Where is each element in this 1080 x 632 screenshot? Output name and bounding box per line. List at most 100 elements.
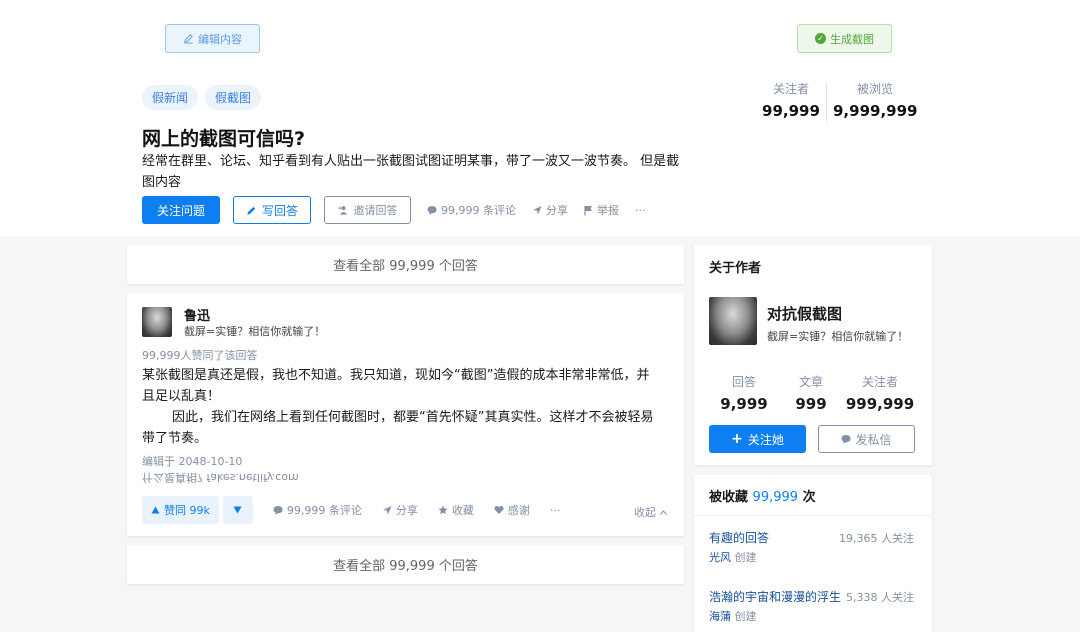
avatar[interactable] <box>709 297 757 345</box>
downvote-button[interactable] <box>222 496 253 524</box>
comments-button[interactable]: 99,999 条评论 <box>427 202 516 218</box>
share-icon <box>533 206 542 215</box>
stat-label: 回答 <box>731 375 756 389</box>
question-stats: 关注者 99,999 被浏览 9,999,999 <box>762 80 917 122</box>
generate-screenshot-button[interactable]: ✓ 生成截图 <box>797 24 892 53</box>
triangle-down-icon <box>233 506 242 514</box>
answer-likes-meta: 99,999人赞同了该回答 <box>142 349 258 362</box>
collections-title: 被收藏 99,999 次 <box>709 486 816 505</box>
answer-author-name[interactable]: 鲁迅 <box>184 305 210 324</box>
stat-label: 关注者 <box>861 375 898 389</box>
answer-paragraph-line: 因此，我们在网络上看到任何截图时，都要“首先怀疑”其真实性。这样才不会被轻易 <box>172 410 654 425</box>
views-stat: 被浏览 9,999,999 <box>833 80 917 122</box>
answer-author-bio: 截屏=实锤？相信你就输了！ <box>184 325 326 338</box>
answer-card: 鲁迅 截屏=实锤？相信你就输了！ 99,999人赞同了该回答 某张截图是真还是假… <box>127 293 684 536</box>
mirrored-watermark: 什么是真相? fakes.netlify.com <box>142 471 299 484</box>
collection-owner-name[interactable]: 海蒲 <box>709 610 731 623</box>
upvote-button[interactable]: 赞同 99k <box>142 496 219 524</box>
answer-more-button[interactable]: ··· <box>550 504 561 517</box>
triangle-up-icon <box>151 506 160 514</box>
report-label: 举报 <box>597 204 619 217</box>
collections-prefix: 被收藏 <box>709 490 749 505</box>
add-user-icon <box>337 206 347 215</box>
invite-answer-label: 邀请回答 <box>353 204 398 217</box>
stat-value: 999,999 <box>845 395 915 413</box>
answer-comments-button[interactable]: 99,999 条评论 <box>273 502 362 518</box>
comment-icon <box>841 435 851 444</box>
followers-label: 关注者 <box>772 82 809 96</box>
comment-icon <box>427 206 437 215</box>
answer-edited-date: 编辑于 2048-10-10 <box>142 455 243 468</box>
collection-followers: 19,365 人关注 <box>839 532 914 545</box>
question-actions: 关注问题 写回答 邀请回答 99,999 条评论 分享 举报 ··· <box>142 196 646 224</box>
thanks-button[interactable]: 感谢 <box>494 502 530 518</box>
collections-suffix: 次 <box>802 490 816 505</box>
report-button[interactable]: 举报 <box>584 202 619 218</box>
thanks-label: 感谢 <box>507 504 530 517</box>
answer-paragraph-line: 且足以乱真！ <box>142 389 221 404</box>
flag-icon <box>584 205 592 215</box>
sidebar-author-bio: 截屏=实锤？相信你就输了！ <box>767 330 909 343</box>
tag-item[interactable]: 假截图 <box>205 85 262 110</box>
collection-owner: 海蒲 创建 <box>709 608 757 624</box>
answer-share-label: 分享 <box>395 504 418 517</box>
about-author-card: 关于作者 对抗假截图 截屏=实锤？相信你就输了！ 回答 9,999 文章 999… <box>694 245 932 465</box>
followers-value: 99,999 <box>762 102 820 120</box>
views-value: 9,999,999 <box>833 102 918 120</box>
follow-question-button[interactable]: 关注问题 <box>142 196 220 224</box>
question-tags: 假新闻 假截图 <box>142 85 262 110</box>
collection-title[interactable]: 浩瀚的宇宙和漫漫的浮生 <box>709 588 841 605</box>
collect-button[interactable]: 收藏 <box>438 502 474 518</box>
more-options-button[interactable]: ··· <box>635 204 646 217</box>
write-answer-button[interactable]: 写回答 <box>233 196 311 224</box>
collection-title[interactable]: 有趣的回答 <box>709 529 769 546</box>
views-label: 被浏览 <box>856 82 893 96</box>
answer-comments-label: 99,999 条评论 <box>286 504 362 517</box>
plus-icon: + <box>731 431 743 447</box>
share-button[interactable]: 分享 <box>532 202 568 218</box>
question-title: 网上的截图可信吗? <box>142 128 306 150</box>
collect-label: 收藏 <box>451 504 474 517</box>
answers-stat[interactable]: 回答 9,999 <box>709 373 779 413</box>
collection-owner: 光风 创建 <box>709 549 757 565</box>
chevron-up-icon <box>660 509 667 515</box>
view-all-answers-bottom[interactable]: 查看全部 99,999 个回答 <box>127 545 684 584</box>
answer-content: 某张截图是真还是假，我也不知道。我只知道，现如今“截图”造假的成本非常非常低，并… <box>142 365 672 449</box>
send-message-button[interactable]: 发私信 <box>818 425 915 453</box>
author-followers-stat[interactable]: 关注者 999,999 <box>842 373 918 413</box>
collapse-label: 收起 <box>634 506 656 519</box>
generate-screenshot-label: 生成截图 <box>830 32 874 46</box>
collection-created: 创建 <box>734 610 757 623</box>
answer-paragraph-line: 带了节奏。 <box>142 431 208 446</box>
collapse-button[interactable]: 收起 <box>634 504 667 520</box>
collection-owner-name[interactable]: 光风 <box>709 551 731 564</box>
share-icon <box>382 506 392 515</box>
collection-created: 创建 <box>734 551 757 564</box>
answer-share-button[interactable]: 分享 <box>382 502 418 518</box>
collection-followers: 5,338 人关注 <box>846 591 914 604</box>
collections-count: 99,999 <box>752 490 799 505</box>
share-label: 分享 <box>546 204 568 217</box>
invite-answer-button[interactable]: 邀请回答 <box>324 196 411 224</box>
edit-content-label: 编辑内容 <box>198 32 242 46</box>
follow-author-button[interactable]: + 关注她 <box>709 425 806 453</box>
stat-value: 9,999 <box>720 395 768 413</box>
about-author-title: 关于作者 <box>709 261 762 276</box>
sidebar-author-name[interactable]: 对抗假截图 <box>767 303 842 324</box>
followers-stat: 关注者 99,999 <box>762 80 820 122</box>
divider <box>694 515 932 516</box>
view-all-answers-top[interactable]: 查看全部 99,999 个回答 <box>127 245 684 284</box>
question-description-line: 经常在群里、论坛、知乎看到有人贴出一张截图试图证明某事，带了一波又一波节奏。 但… <box>142 154 680 190</box>
pencil-icon <box>184 34 193 44</box>
edit-content-button[interactable]: 编辑内容 <box>165 24 260 53</box>
stat-divider <box>826 82 827 122</box>
articles-stat[interactable]: 文章 999 <box>776 373 846 413</box>
heart-icon <box>494 506 504 514</box>
check-circle-icon: ✓ <box>815 33 826 44</box>
upvote-label: 赞同 99k <box>164 504 210 517</box>
comments-label: 99,999 条评论 <box>441 204 516 217</box>
avatar[interactable] <box>142 307 172 337</box>
tag-item[interactable]: 假新闻 <box>142 85 199 110</box>
write-answer-label: 写回答 <box>261 203 298 218</box>
stat-label: 文章 <box>798 375 823 389</box>
